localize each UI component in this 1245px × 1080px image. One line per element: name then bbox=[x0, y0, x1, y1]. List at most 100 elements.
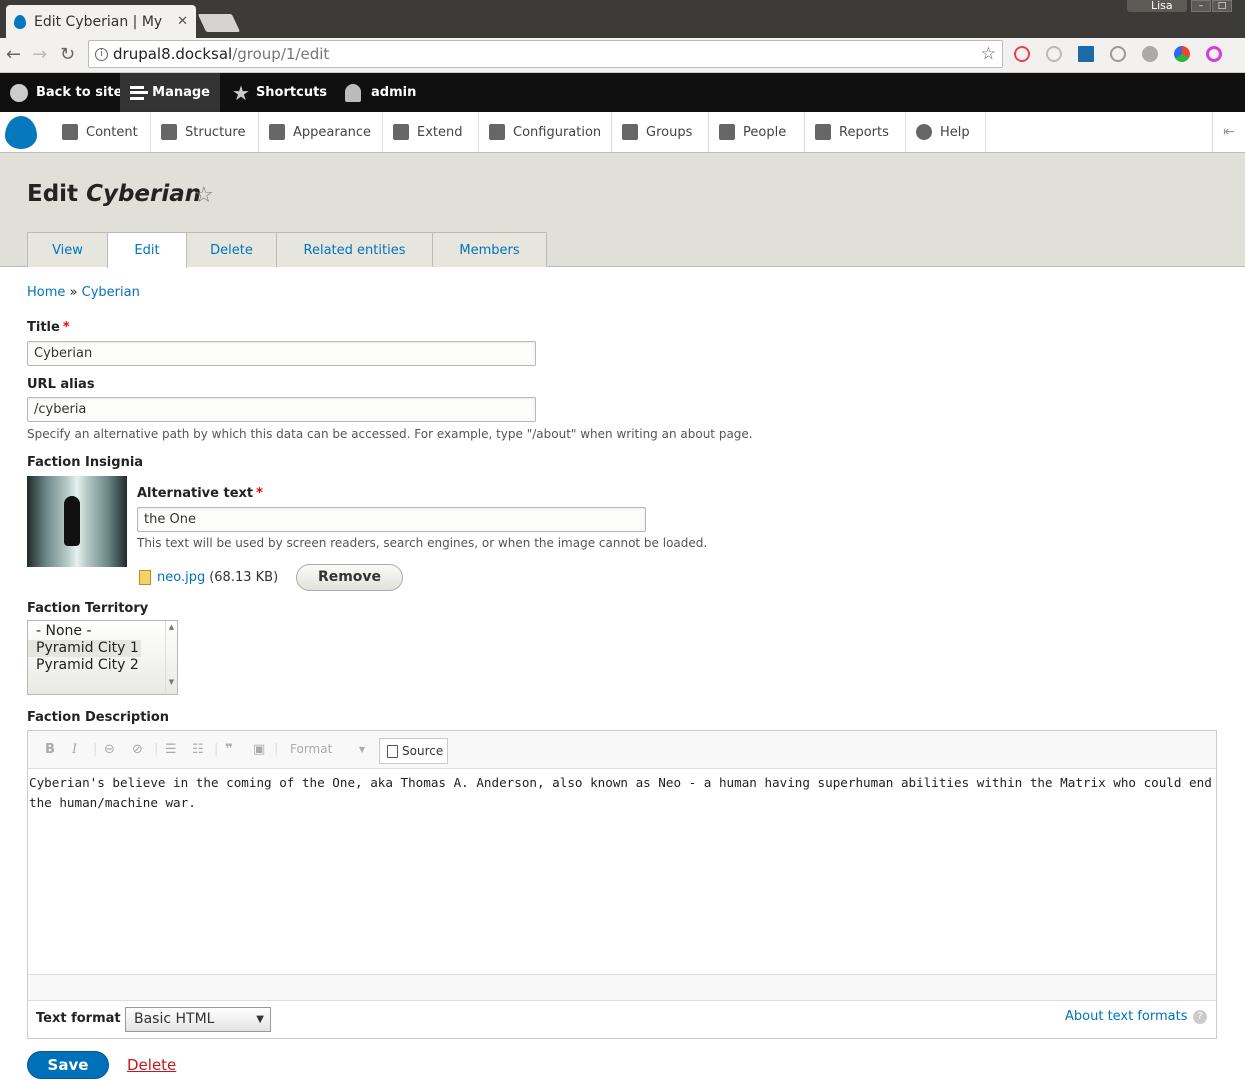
window-maximize-button[interactable]: □ bbox=[1212, 0, 1232, 12]
configuration-icon bbox=[489, 124, 505, 140]
extension-stop-icon[interactable] bbox=[1014, 46, 1030, 62]
territory-select[interactable]: - None - Pyramid City 1 Pyramid City 2 ▲… bbox=[27, 620, 178, 695]
back-circle-icon bbox=[10, 83, 28, 102]
tray-item-configuration[interactable]: Configuration bbox=[479, 112, 612, 152]
extension-arrow-icon[interactable] bbox=[1142, 46, 1158, 62]
file-link[interactable]: neo.jpg bbox=[157, 570, 205, 585]
breadcrumb-current-link[interactable]: Cyberian bbox=[82, 285, 140, 300]
tray-item-structure[interactable]: Structure bbox=[151, 112, 259, 152]
title-field[interactable]: Cyberian bbox=[27, 341, 536, 366]
scroll-down-icon[interactable]: ▼ bbox=[166, 678, 177, 686]
page-title: Edit Cyberian bbox=[27, 181, 201, 207]
tab-label: Delete bbox=[210, 242, 253, 258]
tab-delete[interactable]: Delete bbox=[186, 232, 277, 267]
tab-label: Related entities bbox=[303, 242, 406, 258]
extension-grey-icon[interactable] bbox=[1046, 46, 1062, 62]
tab-label: Edit bbox=[134, 243, 160, 258]
bookmark-star-icon[interactable]: ☆ bbox=[981, 41, 996, 67]
title-label: Title * bbox=[27, 320, 70, 335]
unlink-icon[interactable]: ⊘ bbox=[132, 742, 143, 757]
editor-content[interactable]: Cyberian's believe in the coming of the … bbox=[28, 773, 1216, 973]
user-label: admin bbox=[371, 85, 417, 100]
drupal-logo-icon[interactable] bbox=[5, 116, 37, 149]
url-alias-field[interactable]: /cyberia bbox=[27, 397, 536, 422]
browser-user-chip[interactable]: Lisa bbox=[1127, 0, 1187, 12]
about-text-formats-link[interactable]: About text formats bbox=[1065, 1009, 1188, 1024]
blockquote-icon[interactable]: ❞ bbox=[225, 742, 233, 757]
territory-option[interactable]: Pyramid City 1 bbox=[28, 640, 141, 657]
description-label: Faction Description bbox=[27, 710, 170, 725]
info-icon[interactable]: i bbox=[95, 48, 108, 61]
browser-tab[interactable]: Edit Cyberian | My D ✕ bbox=[6, 5, 196, 38]
extension-ring-icon[interactable] bbox=[1206, 46, 1222, 62]
tray-item-content[interactable]: Content bbox=[52, 112, 151, 152]
admin-toolbar: Back to site Manage ★ Shortcuts admin bbox=[0, 73, 1245, 112]
extension-li-icon[interactable] bbox=[1078, 46, 1094, 62]
format-dropdown[interactable]: Format bbox=[290, 742, 332, 756]
required-marker: * bbox=[62, 320, 70, 335]
tab-related-entities[interactable]: Related entities bbox=[276, 232, 433, 267]
shortcut-star-icon[interactable]: ☆ bbox=[194, 183, 214, 208]
tab-close-icon[interactable]: ✕ bbox=[177, 14, 188, 29]
alt-text-field[interactable]: the One bbox=[137, 507, 646, 532]
manage-tab[interactable]: Manage bbox=[120, 73, 220, 112]
forward-arrow-icon[interactable]: → bbox=[32, 44, 47, 65]
bulleted-list-icon[interactable]: ☰ bbox=[165, 742, 177, 757]
tray-item-label: People bbox=[743, 124, 787, 140]
extension-color-icon[interactable] bbox=[1174, 46, 1190, 62]
reload-icon[interactable]: ↻ bbox=[60, 44, 75, 65]
tab-members[interactable]: Members bbox=[432, 232, 547, 267]
scroll-up-icon[interactable]: ▲ bbox=[166, 623, 177, 631]
user-icon bbox=[345, 83, 361, 102]
new-tab-button[interactable] bbox=[197, 14, 241, 32]
territory-option[interactable]: - None - bbox=[28, 623, 177, 640]
remove-button[interactable]: Remove bbox=[296, 564, 403, 591]
numbered-list-icon[interactable]: ☷ bbox=[192, 742, 204, 757]
window-minimize-button[interactable]: – bbox=[1191, 0, 1211, 12]
shortcuts-label: Shortcuts bbox=[255, 85, 328, 100]
extension-code-icon[interactable] bbox=[1110, 46, 1126, 62]
back-arrow-icon[interactable]: ← bbox=[6, 44, 21, 65]
tray-item-extend[interactable]: Extend bbox=[383, 112, 479, 152]
star-icon: ★ bbox=[232, 80, 250, 105]
text-format-select[interactable]: Basic HTML ▼ bbox=[125, 1007, 271, 1032]
source-button-label: Source bbox=[402, 744, 444, 758]
tray-item-label: Configuration bbox=[513, 124, 602, 140]
required-marker: * bbox=[256, 486, 263, 501]
source-button[interactable]: Source bbox=[379, 738, 448, 764]
url-input[interactable]: i drupal8.docksal/group/1/edit ☆ bbox=[88, 40, 1003, 68]
shortcuts-tab[interactable]: ★ Shortcuts bbox=[222, 73, 337, 112]
help-circle-icon[interactable]: ? bbox=[1193, 1010, 1207, 1024]
tray-item-reports[interactable]: Reports bbox=[805, 112, 906, 152]
territory-option[interactable]: Pyramid City 2 bbox=[28, 657, 177, 674]
page-header: Edit Cyberian ☆ View Edit Delete Related… bbox=[0, 153, 1245, 268]
image-icon[interactable]: ▣ bbox=[253, 742, 265, 757]
link-icon[interactable]: ⊖ bbox=[104, 742, 115, 757]
tab-edit[interactable]: Edit bbox=[107, 232, 187, 268]
url-alias-description: Specify an alternative path by which thi… bbox=[27, 427, 753, 441]
italic-icon[interactable]: I bbox=[72, 742, 77, 757]
tray-item-label: Extend bbox=[417, 124, 463, 140]
tab-view[interactable]: View bbox=[27, 232, 108, 267]
help-icon bbox=[916, 124, 932, 140]
format-chevron-down-icon[interactable]: ▼ bbox=[359, 745, 365, 754]
tray-item-appearance[interactable]: Appearance bbox=[259, 112, 383, 152]
tray-item-people[interactable]: People bbox=[709, 112, 805, 152]
file-size: (68.13 KB) bbox=[209, 570, 279, 585]
tray-item-label: Help bbox=[940, 124, 970, 140]
collapse-tray-icon[interactable]: ⇤ bbox=[1212, 112, 1245, 152]
breadcrumb: Home » Cyberian bbox=[27, 285, 140, 300]
tray-item-help[interactable]: Help bbox=[906, 112, 986, 152]
delete-link[interactable]: Delete bbox=[127, 1056, 176, 1074]
text-format-row: Text format Basic HTML ▼ About text forma… bbox=[28, 1000, 1216, 1038]
description-editor: B I | ⊖ ⊘ | ☰ ☷ | ❞ ▣ | Format ▼ Source … bbox=[27, 730, 1217, 1039]
tray-item-groups[interactable]: Groups bbox=[612, 112, 709, 152]
bold-icon[interactable]: B bbox=[45, 742, 55, 757]
select-scrollbar[interactable]: ▲ ▼ bbox=[165, 621, 177, 694]
address-bar-row: ← → ↻ i drupal8.docksal/group/1/edit ☆ bbox=[0, 38, 1245, 73]
back-to-site-link[interactable]: Back to site bbox=[0, 73, 132, 112]
user-tab[interactable]: admin bbox=[335, 73, 426, 112]
breadcrumb-home-link[interactable]: Home bbox=[27, 285, 65, 300]
save-button[interactable]: Save bbox=[27, 1051, 109, 1079]
insignia-thumbnail bbox=[27, 476, 127, 567]
